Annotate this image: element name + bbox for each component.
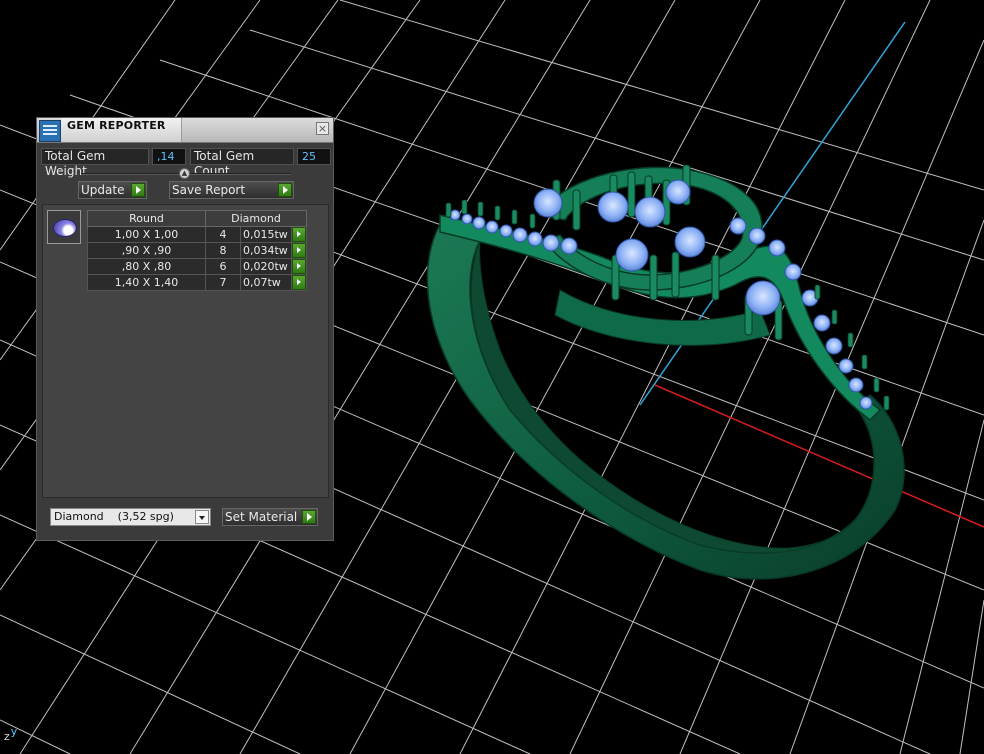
total-gem-count-label: Total Gem Count [190, 148, 294, 178]
row-select-button[interactable] [291, 274, 307, 291]
gem-list-area[interactable]: Round Diamond 1,00 X 1,00 4 0,015tw ,90 … [42, 204, 329, 498]
gem-weight-cell: 0,07tw [240, 274, 292, 291]
play-arrow-icon [292, 259, 306, 274]
play-arrow-icon [292, 243, 306, 258]
ring-model[interactable] [426, 164, 905, 580]
gem-size-cell: ,90 X ,90 [87, 242, 206, 259]
total-gem-weight-label: Total Gem Weight [41, 148, 149, 178]
panel-title: GEM REPORTER [67, 119, 166, 132]
gem-reporter-titlebar[interactable]: GEM REPORTER × [37, 118, 333, 143]
y-axis-line [639, 21, 906, 406]
table-row[interactable]: ,80 X ,80 6 0,020tw [87, 258, 307, 275]
play-arrow-icon [292, 227, 306, 242]
update-button[interactable]: Update [78, 181, 147, 199]
gem-weight-cell: 0,034tw [240, 242, 292, 259]
gem-weight-cell: 0,020tw [240, 258, 292, 275]
table-row[interactable]: ,90 X ,90 8 0,034tw [87, 242, 307, 259]
play-arrow-icon [278, 183, 292, 197]
update-button-label: Update [81, 183, 125, 197]
gem-count-cell: 8 [205, 242, 241, 259]
z-axis-label: z [4, 730, 10, 743]
round-gem-thumbnail[interactable] [47, 210, 81, 244]
chevron-down-icon[interactable] [195, 510, 209, 524]
set-material-button-label: Set Material [225, 510, 298, 524]
save-report-button[interactable]: Save Report [169, 181, 294, 199]
row-select-button[interactable] [291, 242, 307, 259]
gem-reporter-app-icon [39, 120, 61, 142]
material-dropdown-value: Diamond (3,52 spg) [54, 510, 174, 523]
x-axis-line [654, 384, 984, 528]
material-dropdown[interactable]: Diamond (3,52 spg) [50, 508, 211, 526]
gem-count-cell: 6 [205, 258, 241, 275]
gem-size-cell: 1,40 X 1,40 [87, 274, 206, 291]
gem-material-header: Diamond [205, 210, 307, 227]
gem-size-cell: 1,00 X 1,00 [87, 226, 206, 243]
set-material-button[interactable]: Set Material [222, 508, 318, 526]
table-row[interactable]: 1,00 X 1,00 4 0,015tw [87, 226, 307, 243]
play-arrow-icon [292, 275, 306, 290]
row-select-button[interactable] [291, 226, 307, 243]
axis-indicator: zy [4, 725, 17, 743]
close-icon[interactable]: × [316, 122, 329, 135]
gem-count-cell: 7 [205, 274, 241, 291]
gem-shape-header: Round [87, 210, 206, 227]
total-gem-count-value: 25 [297, 148, 331, 165]
total-gem-weight-value: ,14 [152, 148, 186, 165]
collapse-knob-icon[interactable]: ▲ [179, 168, 190, 179]
row-select-button[interactable] [291, 258, 307, 275]
gem-table: Round Diamond 1,00 X 1,00 4 0,015tw ,90 … [87, 210, 307, 291]
play-arrow-icon [131, 183, 145, 197]
gem-reporter-panel[interactable]: GEM REPORTER × Total Gem Weight ,14 Tota… [36, 117, 334, 541]
y-axis-label: y [10, 725, 18, 738]
gem-size-cell: ,80 X ,80 [87, 258, 206, 275]
table-row[interactable]: 1,40 X 1,40 7 0,07tw [87, 274, 307, 291]
gem-weight-cell: 0,015tw [240, 226, 292, 243]
play-arrow-icon [302, 510, 316, 524]
ring-bridge [554, 289, 771, 346]
round-diamond-icon [53, 219, 77, 237]
save-report-button-label: Save Report [172, 183, 246, 197]
gem-count-cell: 4 [205, 226, 241, 243]
